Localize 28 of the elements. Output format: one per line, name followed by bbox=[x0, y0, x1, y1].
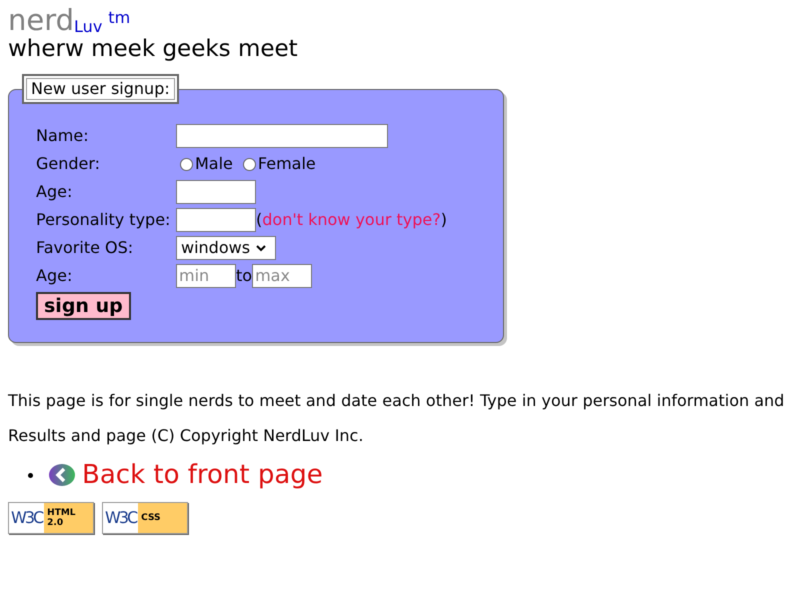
min-field[interactable]: min bbox=[176, 264, 236, 288]
sign-up-button[interactable]: sign up bbox=[36, 292, 131, 320]
field-label: Gender: bbox=[36, 153, 102, 175]
back-link[interactable]: Back to front page bbox=[82, 460, 323, 490]
radio-option[interactable]: Female bbox=[242, 152, 316, 176]
text-field[interactable] bbox=[176, 180, 256, 204]
validator-badge[interactable]: W3C CSS bbox=[102, 502, 188, 534]
copyright-text: Results and page (C) Copyright NerdLuv Inc. bbox=[8, 426, 364, 446]
field-label: Name: bbox=[36, 125, 90, 147]
field-label: Personality type: bbox=[36, 209, 172, 231]
help-text: (don't know your type?) bbox=[256, 209, 448, 231]
field-label: Favorite OS: bbox=[36, 237, 134, 259]
max-field[interactable]: max bbox=[252, 264, 312, 288]
logo-text: nerd bbox=[8, 6, 74, 35]
chevron-icon bbox=[256, 244, 266, 252]
text-field[interactable] bbox=[176, 208, 256, 232]
field-label: Age: bbox=[36, 265, 74, 287]
text-field[interactable] bbox=[176, 124, 388, 148]
logo-subscript: Luv bbox=[74, 19, 102, 35]
field-label: Age: bbox=[36, 181, 74, 203]
os-dropdown[interactable]: windows bbox=[176, 236, 276, 260]
tagline: wherw meek geeks meet bbox=[8, 35, 299, 63]
intro-paragraph: This page is for single nerds to meet and date each other! Type in your personal information and bbox=[8, 391, 786, 411]
joiner-text: to bbox=[236, 265, 252, 287]
radio-option[interactable]: Male bbox=[180, 152, 233, 176]
panel-legend: New user signup: bbox=[26, 78, 175, 100]
trademark-mark: tm bbox=[108, 10, 130, 26]
bullet-icon bbox=[28, 472, 33, 478]
